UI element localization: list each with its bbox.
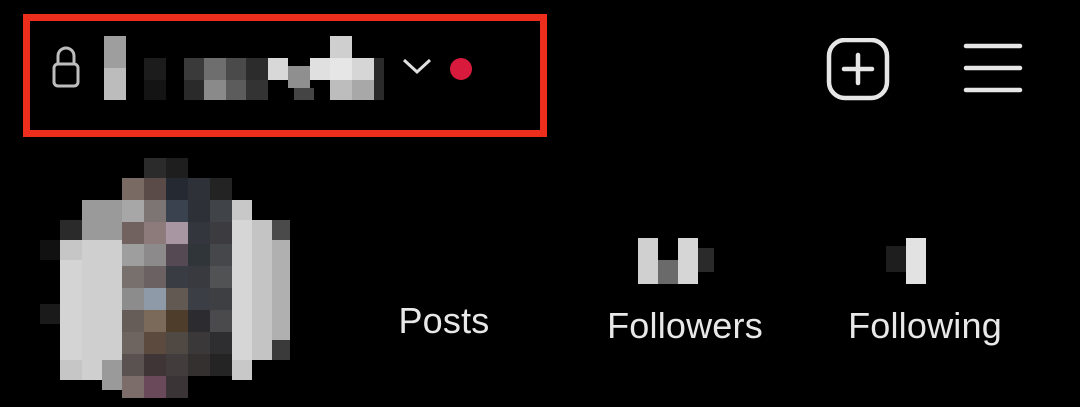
followers-label: Followers <box>607 305 763 346</box>
profile-screen: Posts Followers Following <box>0 0 1080 407</box>
hamburger-menu-icon[interactable] <box>958 38 1026 102</box>
lock-icon <box>52 46 80 88</box>
following-label: Following <box>848 305 1002 346</box>
plus-square-icon[interactable] <box>825 38 893 102</box>
following-count-obscured <box>886 238 926 284</box>
username-obscured <box>104 36 384 100</box>
posts-label: Posts <box>398 300 490 341</box>
stat-following[interactable]: Following <box>830 238 1020 349</box>
stat-followers[interactable]: Followers <box>590 238 780 349</box>
posts-count-obscured <box>378 238 510 284</box>
chevron-down-icon <box>402 58 432 75</box>
followers-count-obscured <box>638 238 714 284</box>
notification-dot <box>450 58 472 80</box>
stat-posts[interactable]: Posts <box>378 238 510 344</box>
account-switcher[interactable] <box>44 28 504 110</box>
avatar[interactable] <box>40 158 290 407</box>
